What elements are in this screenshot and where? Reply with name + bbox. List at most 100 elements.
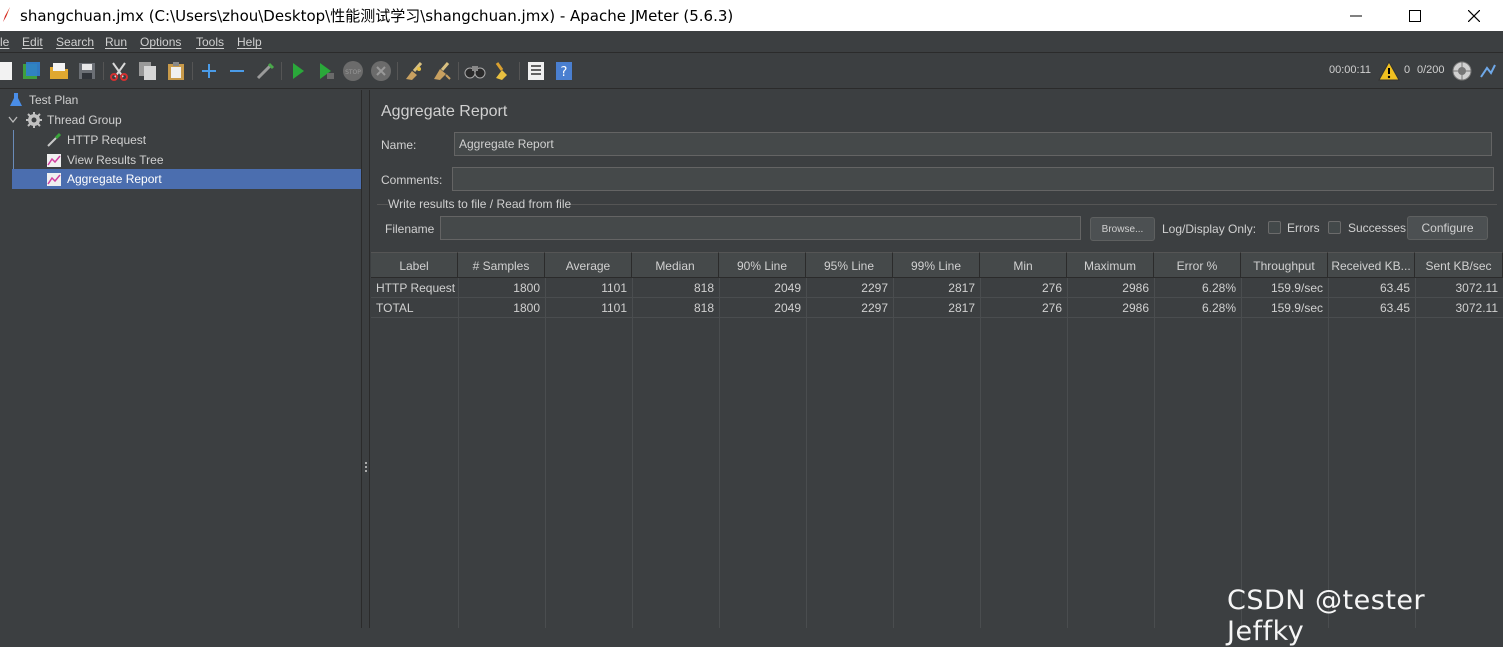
column-header-90-line[interactable]: 90% Line — [719, 252, 806, 278]
remote-status-icon[interactable] — [1452, 61, 1472, 81]
play-no-timers-icon — [320, 63, 334, 79]
open-button[interactable] — [48, 60, 70, 82]
help-button[interactable]: ? — [553, 60, 575, 82]
filename-field[interactable] — [440, 216, 1081, 240]
plus-icon — [202, 64, 216, 78]
function-list-icon — [528, 62, 544, 80]
paste-button[interactable] — [165, 60, 187, 82]
search-button[interactable] — [464, 60, 486, 82]
menu-options[interactable]: Options — [140, 35, 181, 49]
close-button[interactable] — [1445, 0, 1503, 31]
start-no-pauses-button[interactable] — [315, 60, 337, 82]
test-plan-tree: Test Plan Thread Group HTTP Request View… — [0, 90, 362, 628]
expand-all-button[interactable] — [198, 60, 220, 82]
minimize-button[interactable] — [1327, 0, 1385, 31]
error-count: 0 — [1404, 64, 1411, 76]
column-header-label[interactable]: Label — [371, 252, 458, 278]
new-button[interactable] — [0, 60, 16, 82]
cell-99-line: 2817 — [948, 281, 975, 295]
start-button[interactable] — [287, 60, 309, 82]
stop-button[interactable]: STOP — [342, 60, 364, 82]
tree-node-test-plan[interactable]: Test Plan — [8, 90, 78, 110]
menu-file[interactable]: le — [0, 35, 9, 49]
elapsed-time: 00:00:11 — [1329, 64, 1372, 76]
cell-samples: 1800 — [513, 281, 540, 295]
column-header-min[interactable]: Min — [980, 252, 1067, 278]
window-title: shangchuan.jmx (C:\Users\zhou\Desktop\性能… — [20, 7, 734, 25]
cell-90-line: 2049 — [774, 301, 801, 315]
collapse-all-button[interactable] — [226, 60, 248, 82]
column-header-maximum[interactable]: Maximum — [1067, 252, 1154, 278]
minus-icon — [230, 70, 244, 72]
name-field[interactable]: Aggregate Report — [454, 132, 1492, 156]
column-divider — [1241, 278, 1242, 628]
graph-listener-icon — [47, 154, 61, 167]
table-row[interactable]: HTTP Request 1800 1101 818 2049 2297 281… — [371, 278, 1503, 298]
tree-node-view-results-tree[interactable]: View Results Tree — [46, 150, 164, 170]
reset-search-button[interactable] — [492, 60, 514, 82]
cell-median: 818 — [693, 281, 714, 295]
column-divider — [719, 278, 720, 628]
tree-node-label: Aggregate Report — [67, 172, 162, 186]
comments-field[interactable] — [452, 167, 1494, 191]
templates-icon — [23, 62, 40, 79]
toolbar-separator — [519, 62, 520, 80]
maximize-button[interactable] — [1386, 0, 1444, 31]
maximize-icon — [1409, 9, 1421, 22]
tree-node-thread-group[interactable]: Thread Group — [26, 110, 122, 130]
minimize-icon — [1350, 15, 1362, 16]
column-header-samples[interactable]: # Samples — [458, 252, 545, 278]
successes-checkbox[interactable] — [1328, 221, 1341, 234]
menu-edit[interactable]: Edit — [22, 35, 43, 49]
split-pane-divider[interactable] — [362, 90, 370, 628]
cell-sent-kb: 3072.11 — [1455, 281, 1499, 295]
clear-all-button[interactable] — [431, 60, 453, 82]
column-header-sent-kb[interactable]: Sent KB/sec — [1415, 252, 1503, 278]
save-button[interactable] — [76, 60, 98, 82]
column-header-received-kb[interactable]: Received KB... — [1328, 252, 1415, 278]
tree-node-label: View Results Tree — [67, 153, 164, 167]
clear-button[interactable] — [403, 60, 425, 82]
menu-search[interactable]: Search — [56, 35, 94, 49]
copy-button[interactable] — [137, 60, 159, 82]
function-helper-button[interactable] — [525, 60, 547, 82]
cut-button[interactable] — [108, 60, 130, 82]
column-header-average[interactable]: Average — [545, 252, 632, 278]
toolbar-separator — [458, 62, 459, 80]
shutdown-icon — [371, 61, 391, 81]
chevron-down-icon[interactable] — [8, 116, 18, 124]
shutdown-button[interactable] — [370, 60, 392, 82]
menu-run[interactable]: Run — [105, 35, 127, 49]
log-viewer-icon[interactable] — [1479, 62, 1497, 80]
tree-node-http-request[interactable]: HTTP Request — [46, 130, 146, 150]
menu-tools[interactable]: Tools — [196, 35, 224, 49]
cell-min: 276 — [1041, 301, 1062, 315]
templates-button[interactable] — [20, 60, 42, 82]
cell-99-line: 2817 — [948, 301, 975, 315]
browse-button[interactable]: Browse... — [1090, 217, 1155, 241]
warning-icon[interactable] — [1378, 61, 1400, 81]
aggregate-report-panel: Aggregate Report Name: Aggregate Report … — [371, 90, 1503, 628]
scissors-icon — [110, 62, 128, 81]
table-row[interactable]: TOTAL 1800 1101 818 2049 2297 2817 276 2… — [371, 298, 1503, 318]
column-header-throughput[interactable]: Throughput — [1241, 252, 1328, 278]
configure-button[interactable]: Configure — [1407, 216, 1488, 240]
cell-received-kb: 63.45 — [1379, 281, 1410, 295]
tree-node-label: Thread Group — [47, 113, 122, 127]
toolbar-separator — [103, 62, 104, 80]
cell-90-line: 2049 — [774, 281, 801, 295]
column-header-error-percent[interactable]: Error % — [1154, 252, 1241, 278]
errors-checkbox[interactable] — [1268, 221, 1281, 234]
column-divider — [458, 278, 459, 628]
window-title-bar: shangchuan.jmx (C:\Users\zhou\Desktop\性能… — [0, 0, 1503, 31]
column-header-median[interactable]: Median — [632, 252, 719, 278]
stop-icon: STOP — [343, 61, 363, 81]
toolbar: STOP ? 00:00:11 0 0/200 — [0, 53, 1503, 89]
tree-node-aggregate-report[interactable]: Aggregate Report — [12, 169, 361, 189]
column-header-99-line[interactable]: 99% Line — [893, 252, 980, 278]
column-header-95-line[interactable]: 95% Line — [806, 252, 893, 278]
cell-median: 818 — [693, 301, 714, 315]
menu-help[interactable]: Help — [237, 35, 262, 49]
toggle-button[interactable] — [254, 60, 276, 82]
close-icon — [1468, 9, 1480, 22]
